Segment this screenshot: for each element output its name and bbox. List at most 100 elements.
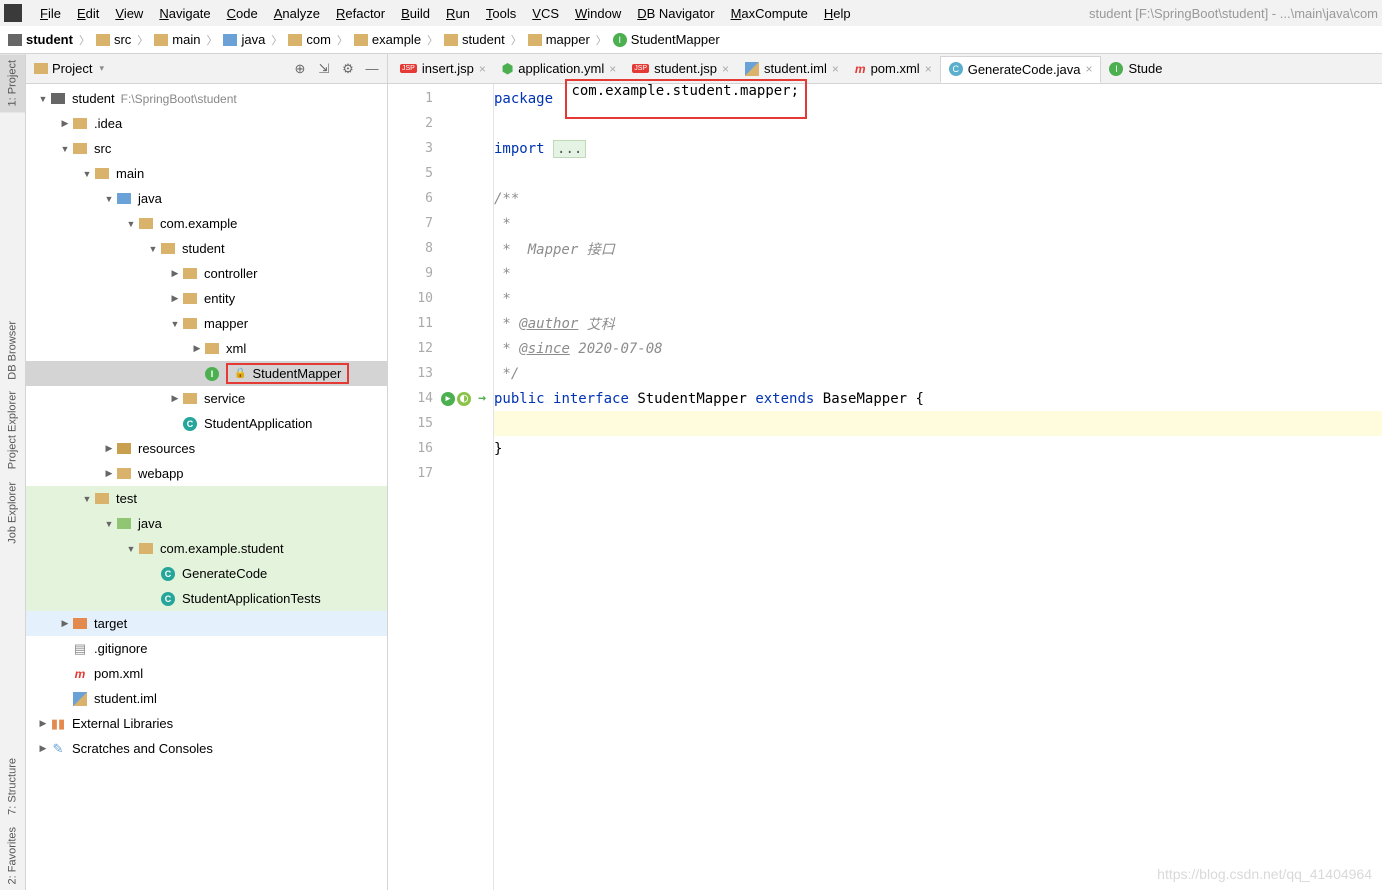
gear-icon[interactable]: ⚙ [341, 62, 355, 76]
tree-item-mapper[interactable]: ▼mapper [26, 311, 387, 336]
tree-arrow-icon[interactable]: ▼ [168, 319, 182, 329]
tree-arrow-icon[interactable]: ▶ [102, 443, 116, 454]
tree-arrow-icon[interactable]: ▼ [36, 94, 50, 104]
code-line[interactable]: * [494, 211, 1382, 236]
minimize-icon[interactable]: — [365, 62, 379, 76]
menu-window[interactable]: Window [567, 4, 629, 23]
tree-item-com-example-student[interactable]: ▼com.example.student [26, 536, 387, 561]
tree-arrow-icon[interactable]: ▼ [124, 219, 138, 229]
fold-icon[interactable]: ... [553, 140, 586, 158]
breadcrumb-studentmapper[interactable]: IStudentMapper [613, 32, 720, 47]
tree-arrow-icon[interactable]: ▼ [80, 494, 94, 504]
expand-icon[interactable]: ⇲ [317, 62, 331, 76]
tree-arrow-icon[interactable]: ▼ [80, 169, 94, 179]
tree-item-student[interactable]: ▼studentF:\SpringBoot\student [26, 86, 387, 111]
tree-item-generatecode[interactable]: CGenerateCode [26, 561, 387, 586]
tree-item-java[interactable]: ▼java [26, 511, 387, 536]
code-line[interactable]: } [494, 436, 1382, 461]
tree-arrow-icon[interactable]: ▼ [58, 144, 72, 154]
breadcrumb-mapper[interactable]: mapper [528, 32, 590, 47]
sidetab-db-browser[interactable]: DB Browser [0, 315, 25, 386]
nav-icon[interactable]: → [475, 392, 489, 406]
run-icon[interactable]: ▸ [441, 392, 455, 406]
editor-tab-student-iml[interactable]: student.iml× [737, 56, 847, 81]
close-icon[interactable]: × [1085, 62, 1092, 76]
close-icon[interactable]: × [479, 62, 486, 76]
project-tree[interactable]: ▼studentF:\SpringBoot\student▶.idea▼src▼… [26, 84, 387, 890]
tree-item-student-iml[interactable]: student.iml [26, 686, 387, 711]
tree-item-external-libraries[interactable]: ▶▮▮External Libraries [26, 711, 387, 736]
code-line[interactable]: */ [494, 361, 1382, 386]
code-line[interactable]: import ... [494, 136, 1382, 161]
tree-item-studentapplication[interactable]: CStudentApplication [26, 411, 387, 436]
tree-item-com-example[interactable]: ▼com.example [26, 211, 387, 236]
tree-item-studentmapper[interactable]: I🔒StudentMapper [26, 361, 387, 386]
tree-arrow-icon[interactable]: ▼ [146, 244, 160, 254]
menu-navigate[interactable]: Navigate [151, 4, 218, 23]
code-line[interactable] [494, 161, 1382, 186]
menu-run[interactable]: Run [438, 4, 478, 23]
close-icon[interactable]: × [609, 62, 616, 76]
menu-build[interactable]: Build [393, 4, 438, 23]
tree-item-test[interactable]: ▼test [26, 486, 387, 511]
tree-item-target[interactable]: ▶target [26, 611, 387, 636]
code-line[interactable]: * [494, 261, 1382, 286]
code-line[interactable]: /** [494, 186, 1382, 211]
menu-analyze[interactable]: Analyze [266, 4, 328, 23]
tree-item-xml[interactable]: ▶xml [26, 336, 387, 361]
editor-body[interactable]: 123567891011121314▸◐→151617 package com.… [388, 84, 1382, 890]
tree-item-src[interactable]: ▼src [26, 136, 387, 161]
breadcrumb-src[interactable]: src [96, 32, 131, 47]
menu-db-navigator[interactable]: DB Navigator [629, 4, 722, 23]
tree-arrow-icon[interactable]: ▼ [102, 194, 116, 204]
tree-item-controller[interactable]: ▶controller [26, 261, 387, 286]
tree-arrow-icon[interactable]: ▶ [58, 618, 72, 629]
code-line[interactable]: * @author 艾科 [494, 311, 1382, 336]
editor-tab-insert-jsp[interactable]: JSPinsert.jsp× [392, 56, 494, 81]
code-line[interactable]: package com.example.student.mapper; [494, 86, 1382, 111]
menu-tools[interactable]: Tools [478, 4, 524, 23]
breadcrumb-example[interactable]: example [354, 32, 421, 47]
sidetab-2-favorites[interactable]: 2: Favorites [0, 821, 25, 890]
breadcrumb-com[interactable]: com [288, 32, 331, 47]
tree-item-student[interactable]: ▼student [26, 236, 387, 261]
tree-arrow-icon[interactable]: ▼ [102, 519, 116, 529]
close-icon[interactable]: × [722, 62, 729, 76]
tree-arrow-icon[interactable]: ▶ [168, 293, 182, 304]
sidetab-job-explorer[interactable]: Job Explorer [0, 476, 25, 550]
tree-item-service[interactable]: ▶service [26, 386, 387, 411]
editor-tab-pom-xml[interactable]: mpom.xml× [847, 56, 940, 81]
breadcrumb-student[interactable]: student [8, 32, 73, 47]
tree-item--gitignore[interactable]: ▤.gitignore [26, 636, 387, 661]
project-view-dropdown[interactable]: Project ▾ [34, 61, 104, 76]
tree-arrow-icon[interactable]: ▼ [124, 544, 138, 554]
breadcrumb-student[interactable]: student [444, 32, 505, 47]
close-icon[interactable]: × [925, 62, 932, 76]
editor-code[interactable]: package com.example.student.mapper; impor… [494, 84, 1382, 890]
menu-code[interactable]: Code [219, 4, 266, 23]
tree-item-main[interactable]: ▼main [26, 161, 387, 186]
tree-arrow-icon[interactable]: ▶ [102, 468, 116, 479]
impl-icon[interactable]: ◐ [457, 392, 471, 406]
tree-item-studentapplicationtests[interactable]: CStudentApplicationTests [26, 586, 387, 611]
editor-tab-generatecode-java[interactable]: CGenerateCode.java× [940, 56, 1102, 83]
tree-arrow-icon[interactable]: ▶ [36, 743, 50, 754]
tree-item-webapp[interactable]: ▶webapp [26, 461, 387, 486]
tree-item-java[interactable]: ▼java [26, 186, 387, 211]
menu-file[interactable]: File [32, 4, 69, 23]
menu-maxcompute[interactable]: MaxCompute [723, 4, 816, 23]
breadcrumb-java[interactable]: java [223, 32, 265, 47]
code-line[interactable]: * Mapper 接口 [494, 236, 1382, 261]
menu-vcs[interactable]: VCS [524, 4, 567, 23]
tree-arrow-icon[interactable]: ▶ [58, 118, 72, 129]
close-icon[interactable]: × [832, 62, 839, 76]
menu-help[interactable]: Help [816, 4, 859, 23]
tree-item--idea[interactable]: ▶.idea [26, 111, 387, 136]
sidetab-7-structure[interactable]: 7: Structure [0, 752, 25, 821]
tree-item-resources[interactable]: ▶resources [26, 436, 387, 461]
menu-refactor[interactable]: Refactor [328, 4, 393, 23]
menu-view[interactable]: View [107, 4, 151, 23]
tree-item-pom-xml[interactable]: mpom.xml [26, 661, 387, 686]
sidetab-1-project[interactable]: 1: Project [0, 54, 25, 112]
code-line[interactable] [494, 411, 1382, 436]
